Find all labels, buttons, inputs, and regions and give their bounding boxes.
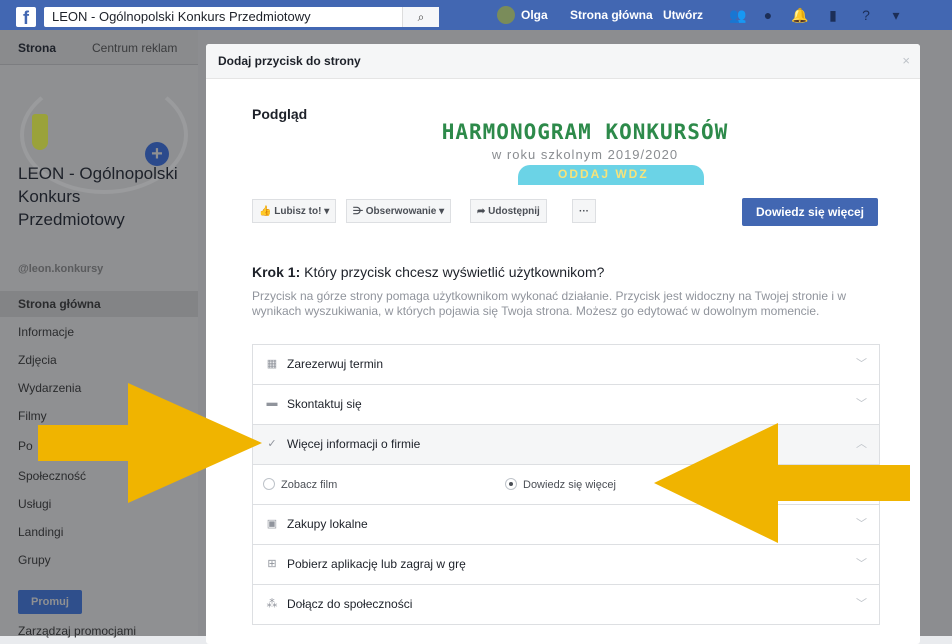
follow-label: Obserwowanie ▾ xyxy=(365,206,445,217)
option-label: Więcej informacji o firmie xyxy=(287,437,421,451)
option-join-community[interactable]: ⁂ Dołącz do społeczności ﹀ xyxy=(253,585,879,624)
page-handle[interactable]: @leon.konkursy xyxy=(18,263,103,275)
home-link[interactable]: Strona główna xyxy=(570,8,653,22)
close-icon[interactable]: × xyxy=(902,53,910,68)
add-page-button-dialog: Dodaj przycisk do strony × Podgląd HARMO… xyxy=(206,44,920,644)
sidebar-item-label: Landingi xyxy=(18,525,64,539)
more-button[interactable]: ··· xyxy=(572,199,596,223)
like-button[interactable]: 👍 Lubisz to! ▾ xyxy=(252,199,337,223)
dialog-header: Dodaj przycisk do strony × xyxy=(206,44,920,79)
option-label: Zarezerwuj termin xyxy=(287,357,384,371)
learn-more-preview-button[interactable]: Dowiedz się więcej xyxy=(742,198,878,226)
sidebar-tabs: Strona Centrum reklam xyxy=(0,30,198,65)
share-button[interactable]: ➦ Udostępnij xyxy=(470,199,547,223)
user-profile-link[interactable]: Olga xyxy=(521,8,548,22)
tab-page[interactable]: Strona xyxy=(18,41,56,55)
cover-banner-title: HARMONOGRAM KONKURSÓW xyxy=(441,120,729,144)
help-icon[interactable]: ? xyxy=(858,7,874,23)
suboption-learn-more[interactable]: Dowiedz się więcej xyxy=(505,478,616,491)
option-download-app-or-play[interactable]: ⊞ Pobierz aplikację lub zagraj w grę ﹀ xyxy=(253,545,879,585)
cover-banner-pill: ODDAJ WDZ xyxy=(518,165,704,185)
page-name: LEON - Ogólnopolski Konkurs Przedmiotowy xyxy=(18,164,178,229)
option-contact-us[interactable]: ▬ Skontaktuj się ﹀ xyxy=(253,385,879,425)
chevron-down-icon: ﹀ xyxy=(856,598,867,610)
tab-ads-center[interactable]: Centrum reklam xyxy=(92,41,177,55)
option-book-appointment[interactable]: ▦ Zarezerwuj termin ﹀ xyxy=(253,345,879,385)
profile-logo-shape xyxy=(32,114,48,150)
suboption-label: Dowiedz się więcej xyxy=(523,479,616,491)
step-description: Przycisk na górze strony pomaga użytkown… xyxy=(252,289,847,318)
cover-banner-subtitle: w roku szkolnym 2019/2020 xyxy=(491,147,679,162)
sidebar-item-label: Strona główna xyxy=(18,297,101,311)
option-label: Pobierz aplikację lub zagraj w grę xyxy=(287,557,466,571)
group-icon: ⁂ xyxy=(266,598,278,610)
sidebar-item-label: Zdjęcia xyxy=(18,353,57,367)
share-icon: ➦ xyxy=(477,206,489,217)
quick-help-icon[interactable]: ▮ xyxy=(825,7,841,23)
chevron-down-icon: ﹀ xyxy=(856,558,867,570)
radio-checked-icon[interactable] xyxy=(505,478,517,490)
rss-icon: ⋺ xyxy=(353,206,366,217)
messenger-icon[interactable]: ● xyxy=(760,7,776,23)
facebook-logo-icon[interactable]: f xyxy=(16,7,36,28)
share-label: Udostępnij xyxy=(488,206,540,217)
top-navigation-bar: f LEON - Ogólnopolski Konkurs Przedmioto… xyxy=(0,0,952,30)
thumbs-up-icon: 👍 xyxy=(259,206,275,217)
page-sidebar: Strona Centrum reklam + LEON - Ogólnopol… xyxy=(0,30,198,638)
step-label: Krok 1: xyxy=(252,264,301,280)
annotation-arrow-right-icon xyxy=(38,383,262,503)
chevron-down-icon: ﹀ xyxy=(856,358,867,370)
step-title: Krok 1: Który przycisk chcesz wyświetlić… xyxy=(252,264,604,280)
option-label: Dołącz do społeczności xyxy=(287,597,413,611)
banner-pill-text: ODDAJ WDZ xyxy=(558,167,649,181)
dialog-title: Dodaj przycisk do strony xyxy=(218,54,361,68)
suboption-label: Zobacz film xyxy=(281,479,338,491)
download-icon: ⊞ xyxy=(267,558,277,570)
preview-label: Podgląd xyxy=(252,106,308,122)
friends-icon[interactable]: 👥 xyxy=(729,7,746,23)
search-input[interactable]: LEON - Ogólnopolski Konkurs Przedmiotowy… xyxy=(44,7,439,27)
option-label: Skontaktuj się xyxy=(287,397,362,411)
search-icon[interactable]: ⌕ xyxy=(402,7,439,27)
user-avatar[interactable] xyxy=(497,6,515,24)
chevron-down-icon: ﹀ xyxy=(856,398,867,410)
sidebar-item-groups[interactable]: Grupy xyxy=(0,547,198,573)
step-question: Który przycisk chcesz wyświetlić użytkow… xyxy=(304,264,605,280)
option-label: Zakupy lokalne xyxy=(287,517,368,531)
search-text: LEON - Ogólnopolski Konkurs Przedmiotowy xyxy=(52,9,311,24)
follow-button[interactable]: ⋺ Obserwowanie ▾ xyxy=(346,199,452,223)
create-link[interactable]: Utwórz xyxy=(663,8,703,22)
sidebar-item-label: Informacje xyxy=(18,325,75,339)
promote-button[interactable]: Promuj xyxy=(18,590,82,614)
sidebar-item-home[interactable]: Strona główna xyxy=(0,291,198,317)
sidebar-item-label: Po xyxy=(18,439,33,453)
sidebar-item-landings[interactable]: Landingi xyxy=(0,519,198,545)
calendar-icon: ▦ xyxy=(266,358,278,370)
bag-icon: ▣ xyxy=(266,518,278,530)
sidebar-item-photos[interactable]: Zdjęcia xyxy=(0,347,198,373)
annotation-arrow-left-icon xyxy=(654,423,910,543)
notifications-icon[interactable]: 🔔 xyxy=(791,7,808,23)
sidebar-item-info[interactable]: Informacje xyxy=(0,319,198,345)
account-menu-chevron-icon[interactable]: ▾ xyxy=(888,7,904,23)
sidebar-item-label: Grupy xyxy=(18,553,51,567)
suboption-watch-video[interactable]: Zobacz film xyxy=(263,478,337,491)
like-label: Lubisz to! ▾ xyxy=(274,206,330,217)
